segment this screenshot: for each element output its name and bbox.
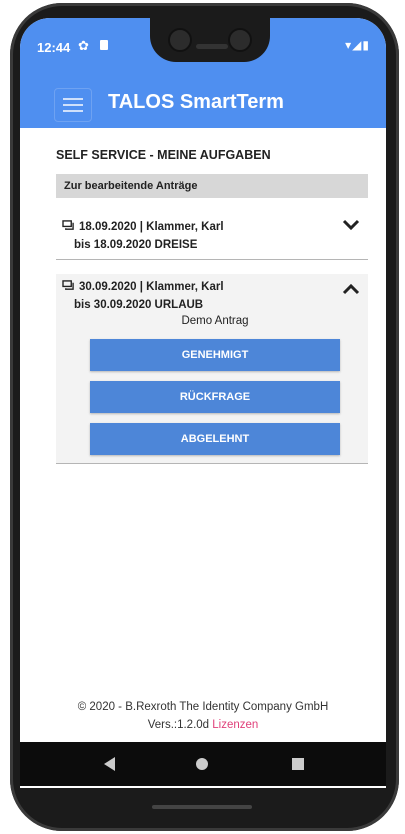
camera-icon (228, 28, 252, 52)
approve-button[interactable]: GENEHMIGT (90, 339, 340, 371)
settings-icon: ✿ (78, 38, 89, 53)
reject-button[interactable]: ABGELEHNT (90, 423, 340, 455)
device-chin-bar (152, 805, 252, 809)
task-item-expanded[interactable]: 30.09.2020 | Klammer, Karl bis 30.09.202… (56, 274, 368, 464)
back-icon[interactable] (104, 757, 115, 771)
main-content: SELF SERVICE - MEINE AUFGABEN Zur bearbe… (56, 128, 368, 464)
license-link[interactable]: Lizenzen (212, 719, 258, 731)
app-title: TALOS SmartTerm (108, 91, 284, 113)
chevron-up-icon[interactable] (342, 282, 360, 296)
task-title: 30.09.2020 | Klammer, Karl (79, 281, 224, 293)
chat-icon (62, 220, 74, 230)
task-description: Demo Antrag (181, 315, 249, 327)
camera-icon (168, 28, 192, 52)
status-time: 12:44 (37, 40, 71, 55)
chevron-down-icon[interactable] (342, 218, 360, 232)
menu-icon[interactable] (54, 88, 92, 122)
page-title: SELF SERVICE - MEINE AUFGABEN (56, 148, 271, 162)
phone-screen: 12:44 ✿ ▾◢▮ TALOS SmartTerm SELF SERVICE… (20, 18, 386, 788)
task-title: 18.09.2020 | Klammer, Karl (79, 221, 224, 233)
task-subtitle: bis 18.09.2020 DREISE (74, 239, 198, 251)
version-text: Vers.:1.2.0d (147, 719, 210, 731)
home-icon[interactable] (196, 758, 208, 770)
android-nav-bar (20, 742, 386, 786)
camera-notch (150, 18, 270, 62)
query-button[interactable]: RÜCKFRAGE (90, 381, 340, 413)
footer: © 2020 - B.Rexroth The Identity Company … (20, 698, 386, 734)
speaker-grille (196, 44, 228, 49)
app-bar: TALOS SmartTerm (20, 80, 386, 128)
task-item[interactable]: 18.09.2020 | Klammer, Karl bis 18.09.202… (56, 210, 368, 260)
sd-card-icon (100, 40, 108, 50)
copyright-text: © 2020 - B.Rexroth The Identity Company … (77, 701, 329, 713)
task-subtitle: bis 30.09.2020 URLAUB (74, 299, 204, 311)
signal-battery-icons: ▾◢▮ (345, 38, 370, 52)
section-header: Zur bearbeitende Anträge (56, 174, 368, 198)
recent-apps-icon[interactable] (292, 758, 304, 770)
chat-icon (62, 280, 74, 290)
